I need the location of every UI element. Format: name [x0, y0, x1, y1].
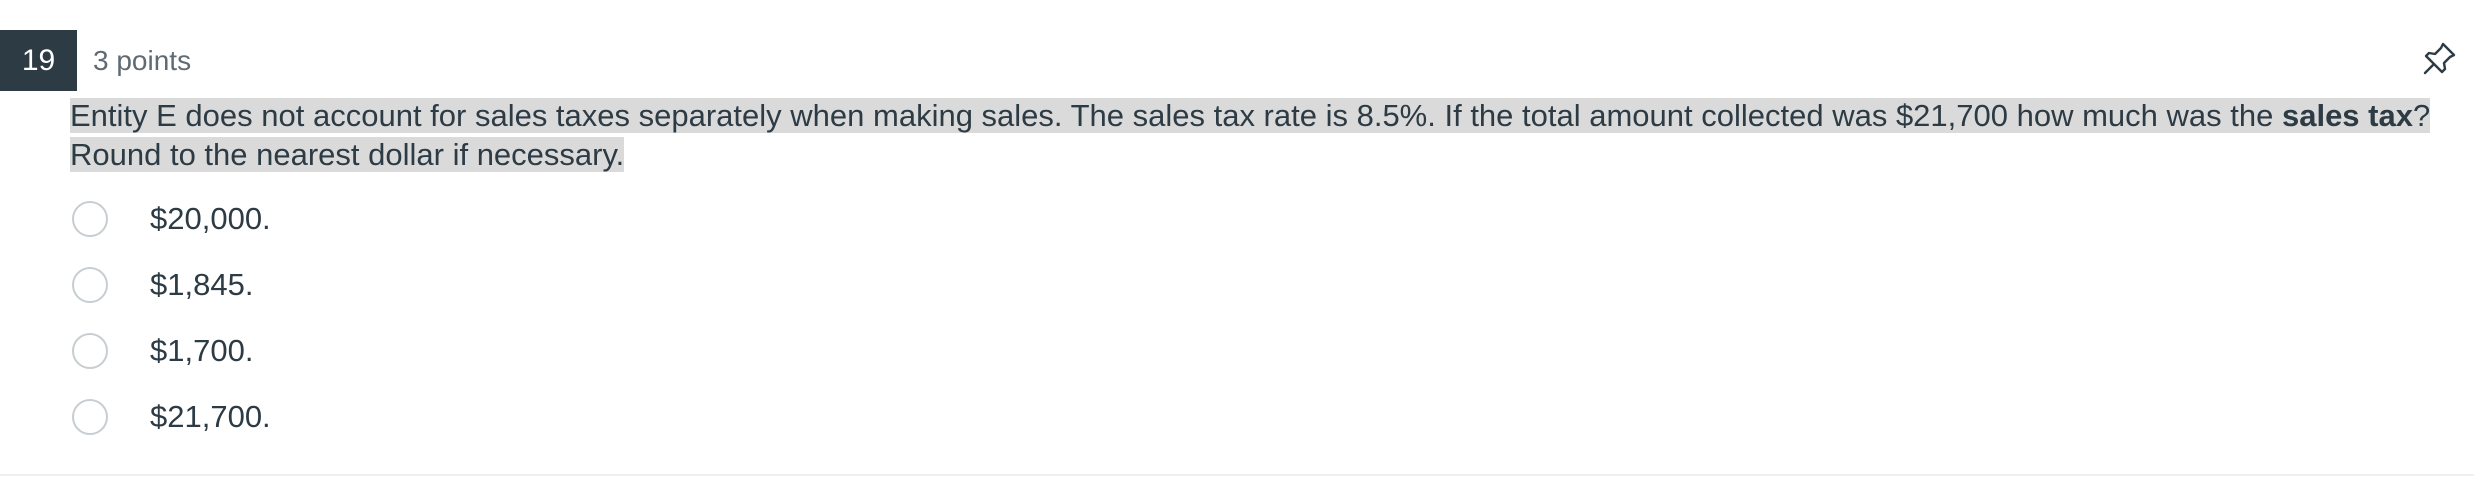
radio-button[interactable] [72, 333, 108, 369]
question-text-bold: sales tax [2281, 98, 2413, 133]
question-points: 3 points [93, 45, 192, 76]
question-number-badge: 19 [0, 30, 77, 91]
answer-list: $20,000. $1,845. $1,700. $21,700. [70, 186, 1270, 450]
answer-label[interactable]: $21,700. [150, 399, 271, 435]
radio-button[interactable] [72, 201, 108, 237]
answer-option-2[interactable]: $1,845. [70, 252, 1270, 318]
answer-option-1[interactable]: $20,000. [70, 186, 1270, 252]
question-card: 19 3 points Entity E does not account fo… [0, 0, 2474, 476]
pin-icon[interactable] [2418, 38, 2460, 80]
question-text-part1: Entity E does not account for sales taxe… [70, 98, 2282, 133]
radio-button[interactable] [72, 399, 108, 435]
answer-label[interactable]: $20,000. [150, 201, 271, 237]
answer-option-4[interactable]: $21,700. [70, 384, 1270, 450]
question-text: Entity E does not account for sales taxe… [70, 96, 2454, 174]
radio-button[interactable] [72, 267, 108, 303]
answer-label[interactable]: $1,845. [150, 267, 253, 303]
answer-option-3[interactable]: $1,700. [70, 318, 1270, 384]
question-text-highlight: Entity E does not account for sales taxe… [70, 98, 2431, 172]
answer-label[interactable]: $1,700. [150, 333, 253, 369]
